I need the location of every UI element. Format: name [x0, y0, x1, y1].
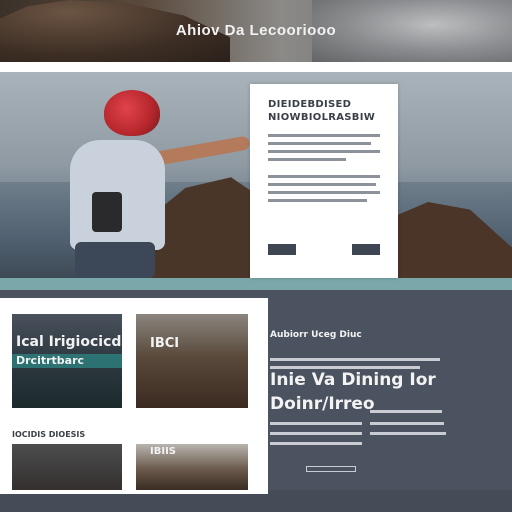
info-panel: Aubiorr Uceg Diuc Inie Va Dining Ior Doi…	[270, 330, 490, 472]
header-banner: Ahiov Da Lecooriooo	[0, 0, 512, 62]
info-link-button[interactable]	[306, 466, 356, 472]
gallery-thumb-3[interactable]	[12, 444, 122, 490]
info-headline-1: Inie Va Dining Ior	[270, 370, 436, 390]
teal-accent-bar	[0, 278, 512, 290]
hero-card-body-text	[268, 134, 380, 202]
hero-card-left-button[interactable]	[268, 244, 296, 255]
hero-person-arm	[149, 135, 251, 167]
camera-icon	[92, 192, 122, 232]
hero-card-right-button[interactable]	[352, 244, 380, 255]
info-kicker: Aubiorr Uceg Diuc	[270, 330, 362, 340]
thumb-1-subtitle: Drcitrtbarc	[16, 354, 85, 367]
thumb-1-title: Ical Irigiocicde	[16, 334, 122, 350]
image-gallery: Ical Irigiocicde Drcitrtbarc IBCI IOCIDI…	[0, 298, 268, 494]
hero-person-legs	[75, 242, 155, 278]
thumb-4-title: IBIIS	[150, 446, 176, 457]
hero-card-heading-line2: NIOWBIOLRASBIW	[268, 112, 376, 123]
gallery-thumb-1[interactable]: Ical Irigiocicde Drcitrtbarc	[12, 314, 122, 408]
hero-card-heading-line1: DIEIDEBDISED	[268, 99, 352, 110]
gallery-caption: IOCIDIS DIOESIS	[12, 430, 86, 439]
hero-content-card: DIEIDEBDISED NIOWBIOLRASBIW	[250, 84, 398, 278]
helmet-icon	[104, 90, 160, 136]
gallery-thumb-4[interactable]: IBIIS	[136, 444, 248, 490]
thumb-2-title: IBCI	[150, 336, 180, 351]
gallery-thumb-2[interactable]: IBCI	[136, 314, 248, 408]
site-title[interactable]: Ahiov Da Lecooriooo	[0, 22, 512, 39]
